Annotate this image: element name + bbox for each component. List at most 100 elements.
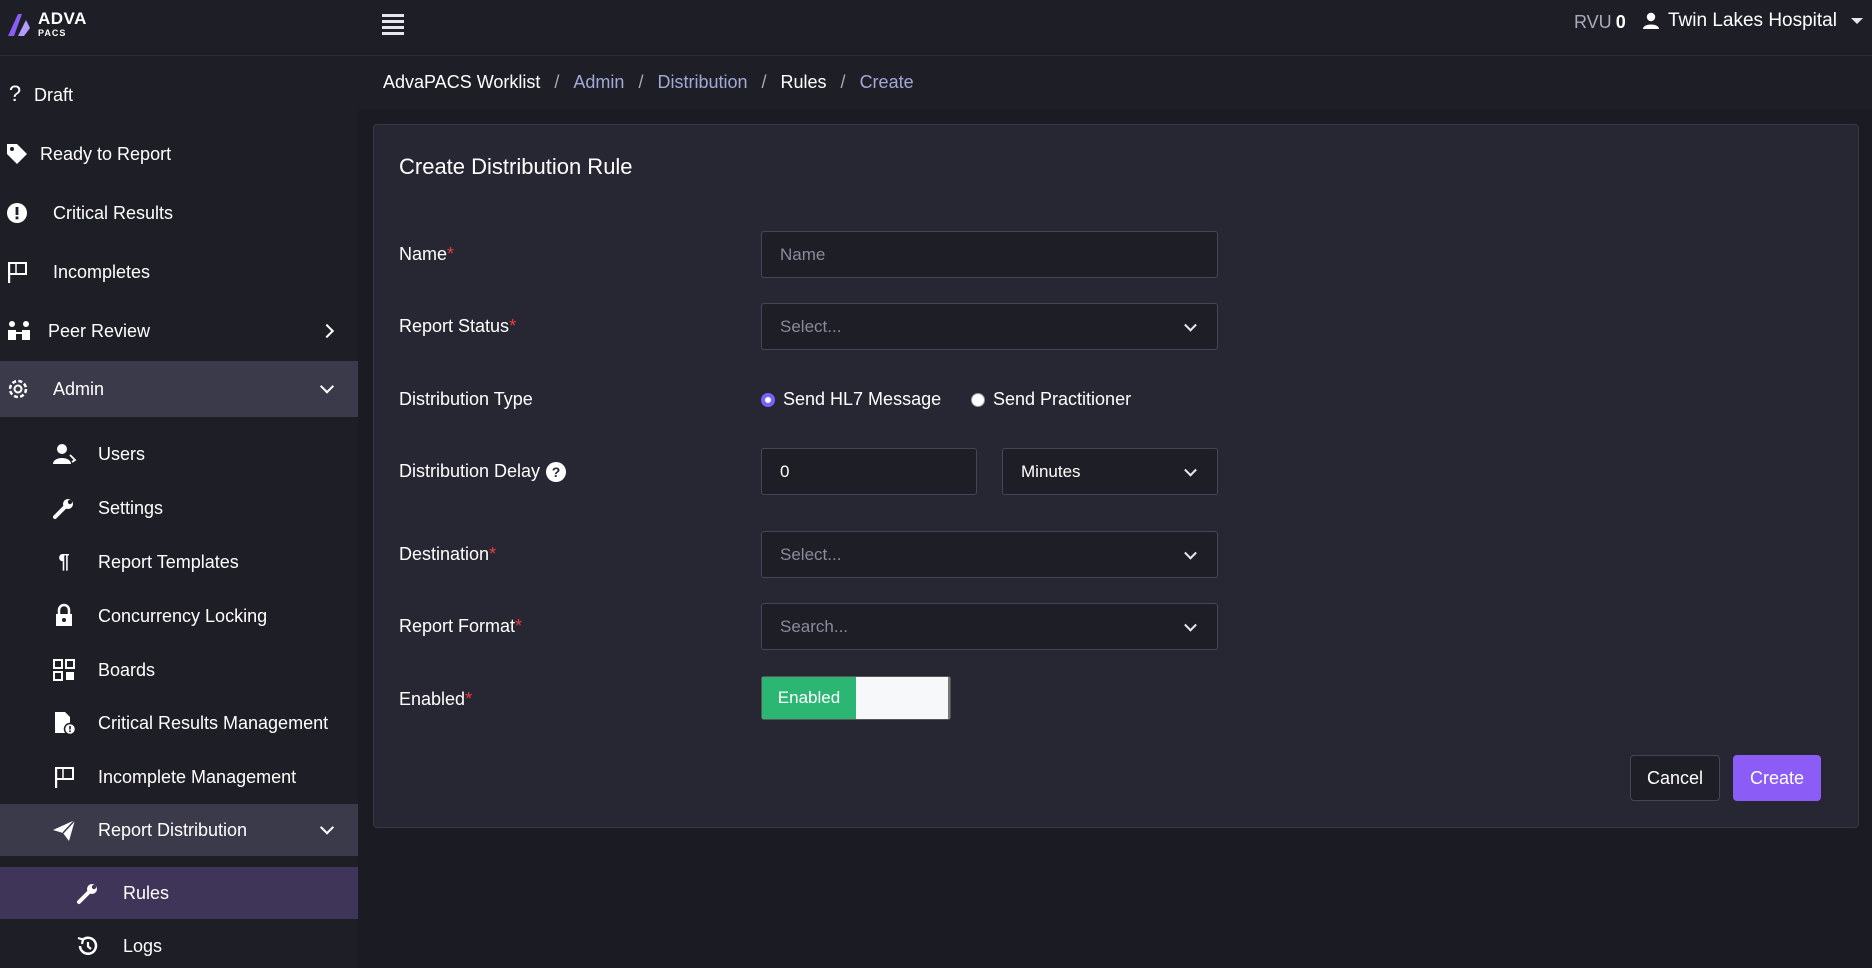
sidebar-item-label: Settings [98, 497, 164, 518]
sidebar-item-report-distribution[interactable]: Report Distribution [0, 804, 358, 856]
sidebar-item-settings[interactable]: Settings [0, 488, 358, 528]
breadcrumb-admin[interactable]: Admin [573, 72, 624, 93]
create-button[interactable]: Create [1733, 755, 1821, 801]
people-icon [8, 321, 30, 340]
sidebar-item-boards[interactable]: Boards [0, 650, 358, 690]
sidebar-item-label: Boards [98, 659, 156, 680]
sidebar-item-incomplete-management[interactable]: Incomplete Management [0, 757, 358, 797]
radio-unchecked-icon [971, 392, 985, 407]
chevron-down-icon [319, 379, 335, 394]
report-status-label: Report Status* [399, 316, 516, 337]
logo-sub: PACS [38, 28, 67, 38]
radio-send-practitioner[interactable]: Send Practitioner [971, 389, 1131, 410]
sidebar-item-label: Logs [123, 935, 163, 956]
breadcrumb-separator: / [840, 72, 846, 92]
report-format-placeholder: Search... [780, 616, 849, 636]
tag-icon [7, 144, 27, 164]
delay-unit: Minutes [1021, 461, 1081, 481]
sidebar-item-users[interactable]: Users [0, 434, 358, 474]
question-icon: ? [8, 81, 22, 106]
sidebar-item-concurrency-locking[interactable]: Concurrency Locking [0, 596, 358, 636]
sidebar-item-label: Users [98, 443, 146, 464]
enabled-label-text: Enabled [399, 689, 466, 709]
app-logo[interactable]: ADVA PACS [8, 6, 98, 38]
rvu-value: 0 [1615, 12, 1626, 32]
destination-label-text: Destination [399, 544, 490, 564]
delay-value-input[interactable]: 0 [761, 448, 977, 495]
report-format-select[interactable]: Search... [761, 603, 1218, 650]
toggle-handle [948, 677, 950, 719]
cancel-button[interactable]: Cancel [1630, 755, 1720, 801]
help-icon[interactable]: ? [546, 462, 566, 482]
caret-down-icon [1850, 18, 1863, 24]
required-mark: * [515, 616, 523, 636]
name-label: Name* [399, 244, 454, 265]
chevron-down-icon [1184, 546, 1197, 560]
chevron-right-icon [319, 323, 335, 339]
required-mark: * [465, 689, 473, 709]
sidebar-item-admin[interactable]: Admin [0, 361, 358, 417]
sidebar-item-label: Admin [53, 378, 105, 399]
file-alert-icon [55, 712, 77, 736]
sidebar-item-label: Draft [34, 84, 74, 105]
name-placeholder: Name [780, 244, 826, 264]
gear-icon [8, 379, 28, 399]
destination-label: Destination* [399, 544, 496, 565]
flag-icon [55, 767, 74, 788]
logo-mark-icon [8, 14, 30, 36]
destination-placeholder: Select... [780, 544, 842, 564]
sidebar-item-label: Report Templates [98, 551, 239, 572]
report-status-placeholder: Select... [780, 316, 842, 336]
rvu-label: RVU [1574, 12, 1612, 32]
enabled-toggle-label: Enabled [762, 677, 856, 719]
wrench-icon [53, 499, 73, 519]
name-input[interactable]: Name [761, 231, 1218, 278]
enabled-toggle[interactable]: Enabled [761, 676, 951, 720]
wrench-icon [77, 884, 97, 904]
menu-toggle-icon[interactable] [382, 14, 404, 35]
sidebar-item-rules[interactable]: Rules [0, 867, 358, 919]
breadcrumb-rules[interactable]: Rules [781, 72, 827, 93]
paragraph-icon: ¶ [58, 550, 70, 573]
required-mark: * [509, 316, 517, 336]
radio-send-hl7[interactable]: Send HL7 Message [761, 389, 941, 410]
sidebar-item-label: Concurrency Locking [98, 605, 268, 626]
breadcrumb-separator: / [554, 72, 560, 92]
breadcrumb-create: Create [859, 72, 914, 92]
destination-select[interactable]: Select... [761, 531, 1218, 578]
sidebar-item-label: Critical Results [53, 202, 174, 223]
user-name: Twin Lakes Hospital [1668, 10, 1837, 31]
history-icon [77, 936, 98, 955]
paper-plane-icon [53, 819, 76, 841]
chevron-down-icon [1184, 618, 1197, 632]
sidebar-item-ready-to-report[interactable]: Ready to Report [0, 134, 358, 174]
radio-practitioner-label: Send Practitioner [993, 389, 1132, 409]
delay-unit-select[interactable]: Minutes [1002, 448, 1218, 495]
sidebar-item-label: Ready to Report [40, 143, 172, 164]
report-status-select[interactable]: Select... [761, 303, 1218, 350]
breadcrumb-distribution[interactable]: Distribution [657, 72, 747, 93]
sidebar-item-peer-review[interactable]: Peer Review [0, 311, 358, 351]
lock-icon [56, 603, 72, 626]
sidebar-item-critical-results[interactable]: Critical Results [0, 193, 358, 233]
page-title: Create Distribution Rule [399, 154, 633, 179]
chevron-down-icon [1184, 318, 1197, 332]
sidebar-item-incompletes[interactable]: Incompletes [0, 252, 358, 292]
sidebar-item-draft[interactable]: ? Draft [0, 75, 358, 115]
sidebar-item-label: Report Distribution [98, 819, 248, 840]
chevron-down-icon [1184, 463, 1197, 477]
rvu-counter: RVU 0 [1574, 12, 1626, 33]
sidebar-item-critical-results-management[interactable]: Critical Results Management [0, 703, 358, 743]
users-icon [53, 444, 77, 464]
required-mark: * [447, 244, 455, 264]
sidebar-item-label: Critical Results Management [98, 712, 329, 733]
flag-icon [8, 262, 27, 283]
sidebar-item-report-templates[interactable]: ¶ Report Templates [0, 542, 358, 582]
enabled-label: Enabled* [399, 689, 472, 710]
user-menu[interactable]: Twin Lakes Hospital [1642, 10, 1863, 32]
chevron-down-icon [319, 820, 335, 835]
alert-circle-icon [7, 203, 27, 223]
sidebar-item-logs[interactable]: Logs [0, 926, 358, 966]
breadcrumb-worklist[interactable]: AdvaPACS Worklist [383, 72, 540, 93]
user-icon [1643, 12, 1659, 29]
